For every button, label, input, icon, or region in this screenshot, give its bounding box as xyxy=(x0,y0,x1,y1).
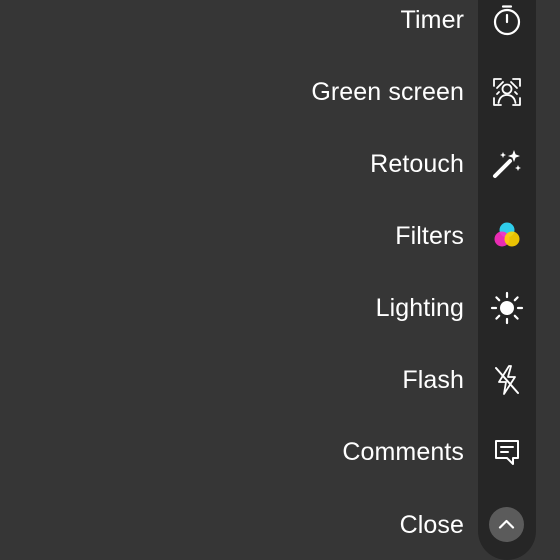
menu-label-timer: Timer xyxy=(400,6,464,34)
menu-item-filters[interactable]: Filters xyxy=(0,200,560,272)
menu-item-flash[interactable]: Flash xyxy=(0,344,560,416)
sun-icon[interactable] xyxy=(489,290,525,326)
menu-item-retouch[interactable]: Retouch xyxy=(0,128,560,200)
menu-item-timer[interactable]: Timer xyxy=(0,0,560,56)
menu-label-filters: Filters xyxy=(395,222,464,250)
menu-label-comments: Comments xyxy=(342,438,464,466)
menu-item-comments[interactable]: Comments xyxy=(0,416,560,488)
menu-label-flash: Flash xyxy=(402,366,464,394)
menu-item-close[interactable]: Close xyxy=(0,489,560,560)
flash-off-icon[interactable] xyxy=(489,362,525,398)
menu-label-retouch: Retouch xyxy=(370,150,464,178)
camera-effects-menu: Timer Green screen Retouch Filters Light… xyxy=(0,0,560,560)
menu-label-lighting: Lighting xyxy=(375,294,464,322)
menu-label-green-screen: Green screen xyxy=(311,78,464,106)
comment-icon[interactable] xyxy=(489,434,525,470)
menu-label-close: Close xyxy=(399,511,464,539)
timer-icon[interactable] xyxy=(489,2,525,38)
menu-item-lighting[interactable]: Lighting xyxy=(0,272,560,344)
green-screen-icon[interactable] xyxy=(489,74,525,110)
close-button[interactable] xyxy=(489,507,524,542)
chevron-up-icon xyxy=(498,519,515,529)
magic-wand-icon[interactable] xyxy=(489,146,525,182)
menu-item-green-screen[interactable]: Green screen xyxy=(0,56,560,128)
filters-icon[interactable] xyxy=(489,218,525,254)
